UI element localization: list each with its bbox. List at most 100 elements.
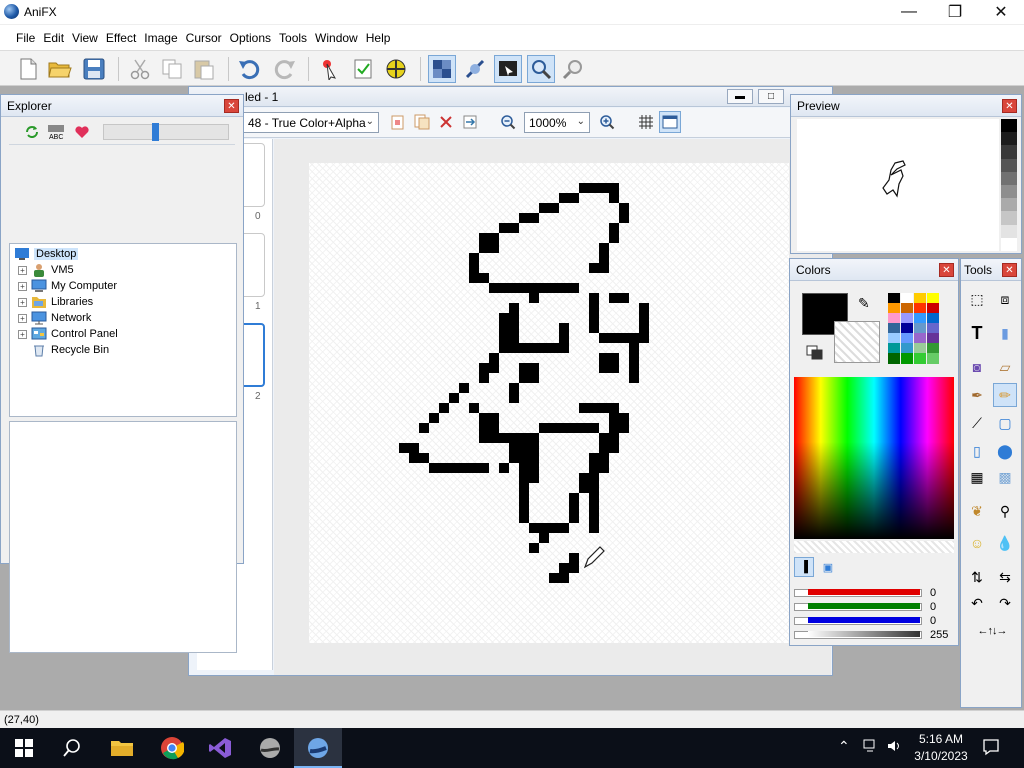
zoom-out-button[interactable] <box>497 111 519 133</box>
cursor-preview-button[interactable] <box>461 55 489 83</box>
secondary-color-swatch[interactable] <box>834 321 880 363</box>
expand-icon[interactable]: + <box>18 265 27 275</box>
rename-button[interactable]: ABC <box>45 121 67 143</box>
document-restore-button[interactable]: □ <box>758 89 784 104</box>
color-mode-select[interactable]: 48 - True Color+Alpha ⌄ <box>243 112 379 133</box>
tree-item-recycle-bin[interactable]: Recycle Bin <box>18 342 109 358</box>
volume-icon[interactable] <box>886 738 902 754</box>
menu-options[interactable]: Options <box>226 31 275 45</box>
menu-effect[interactable]: Effect <box>102 31 140 45</box>
color-picker-tool[interactable]: ❦ <box>965 499 989 523</box>
clock[interactable]: 5:16 AM 3/10/2023 <box>906 731 976 765</box>
save-button[interactable] <box>80 55 108 83</box>
alpha-strip[interactable] <box>794 541 954 553</box>
color-swatch[interactable] <box>888 353 900 364</box>
show-hidden-icons-button[interactable]: ⌃ <box>838 738 850 755</box>
zoom-select[interactable]: 1000% ⌄ <box>524 112 590 133</box>
grid-toggle-button[interactable] <box>635 111 657 133</box>
expand-icon[interactable]: + <box>18 313 27 323</box>
test-cursor-button[interactable] <box>382 55 410 83</box>
pencil-tool[interactable]: ✏ <box>993 383 1017 407</box>
color-swatch[interactable] <box>927 353 939 364</box>
gradient-tool[interactable]: ▩ <box>993 465 1017 489</box>
paste-button[interactable] <box>190 55 218 83</box>
menu-tools[interactable]: Tools <box>275 31 311 45</box>
selection-tool[interactable]: ⬚ <box>965 287 989 311</box>
explorer-close-button[interactable]: ✕ <box>224 99 239 113</box>
eraser-tool[interactable]: ▮ <box>993 321 1017 345</box>
drawing-canvas[interactable] <box>309 163 789 643</box>
open-file-button[interactable] <box>46 55 74 83</box>
refresh-button[interactable] <box>21 121 43 143</box>
tree-item-control-panel[interactable]: + Control Panel <box>18 326 118 342</box>
flip-horizontal-tool[interactable]: ⇆ <box>993 565 1017 589</box>
gray-swatch[interactable] <box>1001 132 1017 146</box>
rgb-mode-button[interactable]: ▐ <box>794 557 814 577</box>
move-arrows-tool[interactable]: ←↑↓→ <box>963 619 1021 643</box>
blur-tool[interactable]: 💧 <box>993 531 1017 555</box>
rotate-right-tool[interactable]: ↷ <box>993 591 1017 615</box>
gray-swatch[interactable] <box>1001 171 1017 185</box>
color-spectrum-picker[interactable] <box>794 377 954 539</box>
tree-item-libraries[interactable]: + Libraries <box>18 294 93 310</box>
zoom-view-button[interactable] <box>527 55 555 83</box>
swap-colors-icon[interactable] <box>806 345 824 361</box>
menu-window[interactable]: Window <box>311 31 362 45</box>
start-button[interactable] <box>0 728 48 768</box>
cut-button[interactable] <box>126 55 154 83</box>
rotate-left-tool[interactable]: ↶ <box>965 591 989 615</box>
gray-swatch[interactable] <box>1001 184 1017 199</box>
menu-view[interactable]: View <box>68 31 102 45</box>
crop-tool[interactable]: ⧈ <box>993 287 1017 311</box>
gray-swatch[interactable] <box>1001 237 1017 251</box>
background-gray-ramp[interactable] <box>1001 119 1017 251</box>
brush-tool[interactable]: ✒ <box>965 383 989 407</box>
search-button[interactable] <box>48 728 96 768</box>
notifications-icon[interactable] <box>982 738 1000 756</box>
tree-item-network[interactable]: + Network <box>18 310 91 326</box>
undo-button[interactable] <box>236 55 264 83</box>
zoom-in-button[interactable] <box>596 111 618 133</box>
channel-alpha-slider[interactable]: 255 <box>794 629 958 641</box>
ellipse-tool[interactable]: ⬤ <box>993 439 1017 463</box>
minimize-button[interactable]: — <box>886 0 932 24</box>
preview-close-button[interactable]: ✕ <box>1002 99 1017 113</box>
frame-properties-button[interactable] <box>459 111 481 133</box>
anifx-taskbar-button[interactable] <box>294 728 342 768</box>
chrome-button[interactable] <box>148 728 196 768</box>
tools-close-button[interactable]: ✕ <box>1002 263 1017 277</box>
tool-options-button[interactable] <box>560 55 588 83</box>
file-explorer-button[interactable] <box>98 728 146 768</box>
channel-red-slider[interactable]: 0 <box>794 587 958 599</box>
pattern-tool[interactable]: ▦ <box>965 465 989 489</box>
gray-swatch[interactable] <box>1001 224 1017 238</box>
hotspot-button[interactable] <box>316 55 344 83</box>
validate-button[interactable] <box>349 55 377 83</box>
delete-frame-button[interactable] <box>435 111 457 133</box>
tree-item-desktop[interactable]: Desktop <box>14 246 79 262</box>
channel-blue-slider[interactable]: 0 <box>794 615 958 627</box>
grid-view-button[interactable] <box>494 55 522 83</box>
line-tool[interactable]: ⟋ <box>965 411 989 435</box>
transparent-view-button[interactable] <box>428 55 456 83</box>
rounded-rectangle-tool[interactable]: ▯ <box>965 439 989 463</box>
zoom-tool[interactable]: ⚲ <box>993 499 1017 523</box>
rectangle-tool[interactable]: ▢ <box>993 411 1017 435</box>
maximize-button[interactable]: ❐ <box>932 0 978 24</box>
expand-icon[interactable]: + <box>18 297 27 307</box>
preview-toggle-button[interactable] <box>659 111 681 133</box>
flip-vertical-tool[interactable]: ⇅ <box>965 565 989 589</box>
text-tool[interactable]: T <box>965 321 989 345</box>
slider-thumb[interactable] <box>152 123 159 141</box>
gray-swatch[interactable] <box>1001 158 1017 172</box>
favorites-button[interactable] <box>71 121 93 143</box>
gray-swatch[interactable] <box>1001 198 1017 212</box>
expand-icon[interactable]: + <box>18 329 27 339</box>
thumbnail-size-slider[interactable] <box>103 123 229 141</box>
app-button[interactable] <box>246 728 294 768</box>
redo-button[interactable] <box>270 55 298 83</box>
menu-cursor[interactable]: Cursor <box>182 31 226 45</box>
tree-item-vm5[interactable]: + VM5 <box>18 262 74 278</box>
color-swatch[interactable] <box>914 353 926 364</box>
gray-swatch[interactable] <box>1001 119 1017 133</box>
